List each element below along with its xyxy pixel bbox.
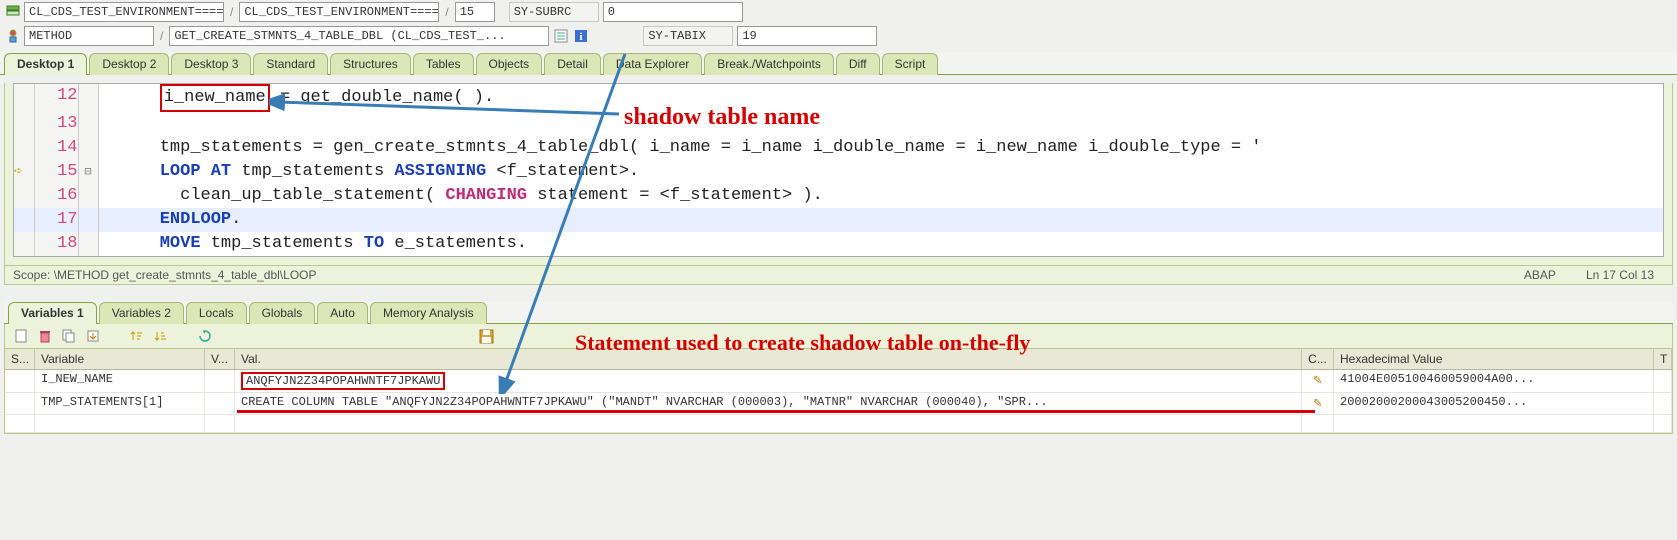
code-line-15: ➪ 15 ⊟ LOOP AT tmp_statements ASSIGNING … bbox=[14, 160, 1663, 184]
separator: / bbox=[228, 5, 235, 19]
tab-tables[interactable]: Tables bbox=[413, 53, 474, 75]
copy-icon[interactable] bbox=[61, 328, 77, 344]
variables-header: S... Variable V... Val. C... Hexadecimal… bbox=[5, 349, 1672, 370]
col-val[interactable]: Val. bbox=[235, 349, 1302, 369]
col-variable[interactable]: Variable bbox=[35, 349, 205, 369]
tab-auto[interactable]: Auto bbox=[317, 302, 368, 324]
variables-body: I_NEW_NAME ANQFYJN2Z34POPAHWNTF7JPKAWU ✎… bbox=[5, 370, 1672, 433]
tab-detail[interactable]: Detail bbox=[544, 53, 601, 75]
separator: / bbox=[158, 29, 165, 43]
table-row bbox=[5, 415, 1672, 433]
method-icon bbox=[6, 29, 20, 43]
code-line-18: 18 MOVE tmp_statements TO e_statements. bbox=[14, 232, 1663, 256]
col-v[interactable]: V... bbox=[205, 349, 235, 369]
table-row: I_NEW_NAME ANQFYJN2Z34POPAHWNTF7JPKAWU ✎… bbox=[5, 370, 1672, 393]
code-line-16: 16 clean_up_table_statement( CHANGING st… bbox=[14, 184, 1663, 208]
col-c[interactable]: C... bbox=[1302, 349, 1334, 369]
save-icon[interactable] bbox=[478, 328, 494, 344]
variables-toolbar: Statement used to create shadow table on… bbox=[5, 324, 1672, 349]
fold-toggle[interactable]: ⊟ bbox=[78, 160, 98, 184]
tab-desktop-3[interactable]: Desktop 3 bbox=[171, 53, 251, 75]
sy-tabix-value[interactable]: 19 bbox=[737, 26, 877, 46]
var-value-boxed[interactable]: ANQFYJN2Z34POPAHWNTF7JPKAWU bbox=[241, 372, 445, 390]
tab-standard[interactable]: Standard bbox=[253, 53, 328, 75]
language-indicator: ABAP bbox=[1524, 268, 1556, 282]
stack-icon bbox=[6, 5, 20, 19]
class-field-2[interactable]: CL_CDS_TEST_ENVIRONMENT======... bbox=[239, 2, 439, 22]
refresh-icon[interactable] bbox=[197, 328, 213, 344]
separator: / bbox=[443, 5, 450, 19]
var-name[interactable]: TMP_STATEMENTS[1] bbox=[35, 393, 205, 414]
tab-desktop-2[interactable]: Desktop 2 bbox=[89, 53, 169, 75]
code-line-13: 13 bbox=[14, 112, 1663, 136]
tab-objects[interactable]: Objects bbox=[476, 53, 543, 75]
tab-diff[interactable]: Diff bbox=[836, 53, 880, 75]
variable-tabs: Variables 1 Variables 2 Locals Globals A… bbox=[4, 301, 1673, 324]
code-line-14: 14 tmp_statements = gen_create_stmnts_4_… bbox=[14, 136, 1663, 160]
scope-text: Scope: \METHOD get_create_stmnts_4_table… bbox=[13, 268, 317, 282]
cursor-position: Ln 17 Col 13 bbox=[1586, 268, 1654, 282]
sort-asc-icon[interactable] bbox=[129, 328, 145, 344]
info-icon[interactable]: i bbox=[573, 28, 589, 44]
col-t[interactable]: T bbox=[1654, 349, 1672, 369]
tab-data-explorer[interactable]: Data Explorer bbox=[603, 53, 702, 75]
line-field[interactable]: 15 bbox=[455, 2, 495, 22]
obj-type-field[interactable]: METHOD bbox=[24, 26, 154, 46]
col-s[interactable]: S... bbox=[5, 349, 35, 369]
source-editor[interactable]: 12 i_new_name = get_double_name( ). 13 1… bbox=[13, 83, 1664, 257]
debugger-tabs: Desktop 1 Desktop 2 Desktop 3 Standard S… bbox=[0, 52, 1677, 75]
annotation-underline bbox=[237, 410, 1315, 413]
export-icon[interactable] bbox=[85, 328, 101, 344]
tab-globals[interactable]: Globals bbox=[249, 302, 316, 324]
tab-structures[interactable]: Structures bbox=[330, 53, 411, 75]
tab-script[interactable]: Script bbox=[882, 53, 939, 75]
var-hex[interactable]: 20002000200043005200450... bbox=[1334, 393, 1654, 414]
tab-break-watchpoints[interactable]: Break./Watchpoints bbox=[704, 53, 834, 75]
list-icon[interactable] bbox=[553, 28, 569, 44]
variables-panel: Statement used to create shadow table on… bbox=[4, 324, 1673, 434]
tab-memory-analysis[interactable]: Memory Analysis bbox=[370, 302, 487, 324]
sort-desc-icon[interactable] bbox=[153, 328, 169, 344]
sy-subrc-value[interactable]: 0 bbox=[603, 2, 743, 22]
method-field[interactable]: GET_CREATE_STMNTS_4_TABLE_DBL (CL_CDS_TE… bbox=[169, 26, 549, 46]
sy-subrc-label: SY-SUBRC bbox=[509, 2, 599, 22]
edit-icon[interactable]: ✎ bbox=[1313, 373, 1321, 389]
code-panel: 12 i_new_name = get_double_name( ). 13 1… bbox=[4, 83, 1673, 285]
status-bar: Scope: \METHOD get_create_stmnts_4_table… bbox=[5, 265, 1672, 284]
context-row-1: CL_CDS_TEST_ENVIRONMENT======... / CL_CD… bbox=[0, 0, 1677, 24]
code-line-17: 17 ENDLOOP. bbox=[14, 208, 1663, 232]
tab-locals[interactable]: Locals bbox=[186, 302, 247, 324]
tab-desktop-1[interactable]: Desktop 1 bbox=[4, 53, 87, 75]
col-hex[interactable]: Hexadecimal Value bbox=[1334, 349, 1654, 369]
code-line-12: 12 i_new_name = get_double_name( ). bbox=[14, 84, 1663, 112]
context-row-2: METHOD / GET_CREATE_STMNTS_4_TABLE_DBL (… bbox=[0, 24, 1677, 48]
var-name[interactable]: I_NEW_NAME bbox=[35, 370, 205, 392]
svg-text:i: i bbox=[580, 31, 583, 43]
tab-variables-1[interactable]: Variables 1 bbox=[8, 302, 97, 324]
sy-tabix-label: SY-TABIX bbox=[643, 26, 733, 46]
current-line-arrow-icon: ➪ bbox=[14, 164, 22, 180]
class-field-1[interactable]: CL_CDS_TEST_ENVIRONMENT======... bbox=[24, 2, 224, 22]
var-hex[interactable]: 41004E005100460059004A00... bbox=[1334, 370, 1654, 392]
new-icon[interactable] bbox=[13, 328, 29, 344]
delete-icon[interactable] bbox=[37, 328, 53, 344]
tab-variables-2[interactable]: Variables 2 bbox=[99, 302, 184, 324]
